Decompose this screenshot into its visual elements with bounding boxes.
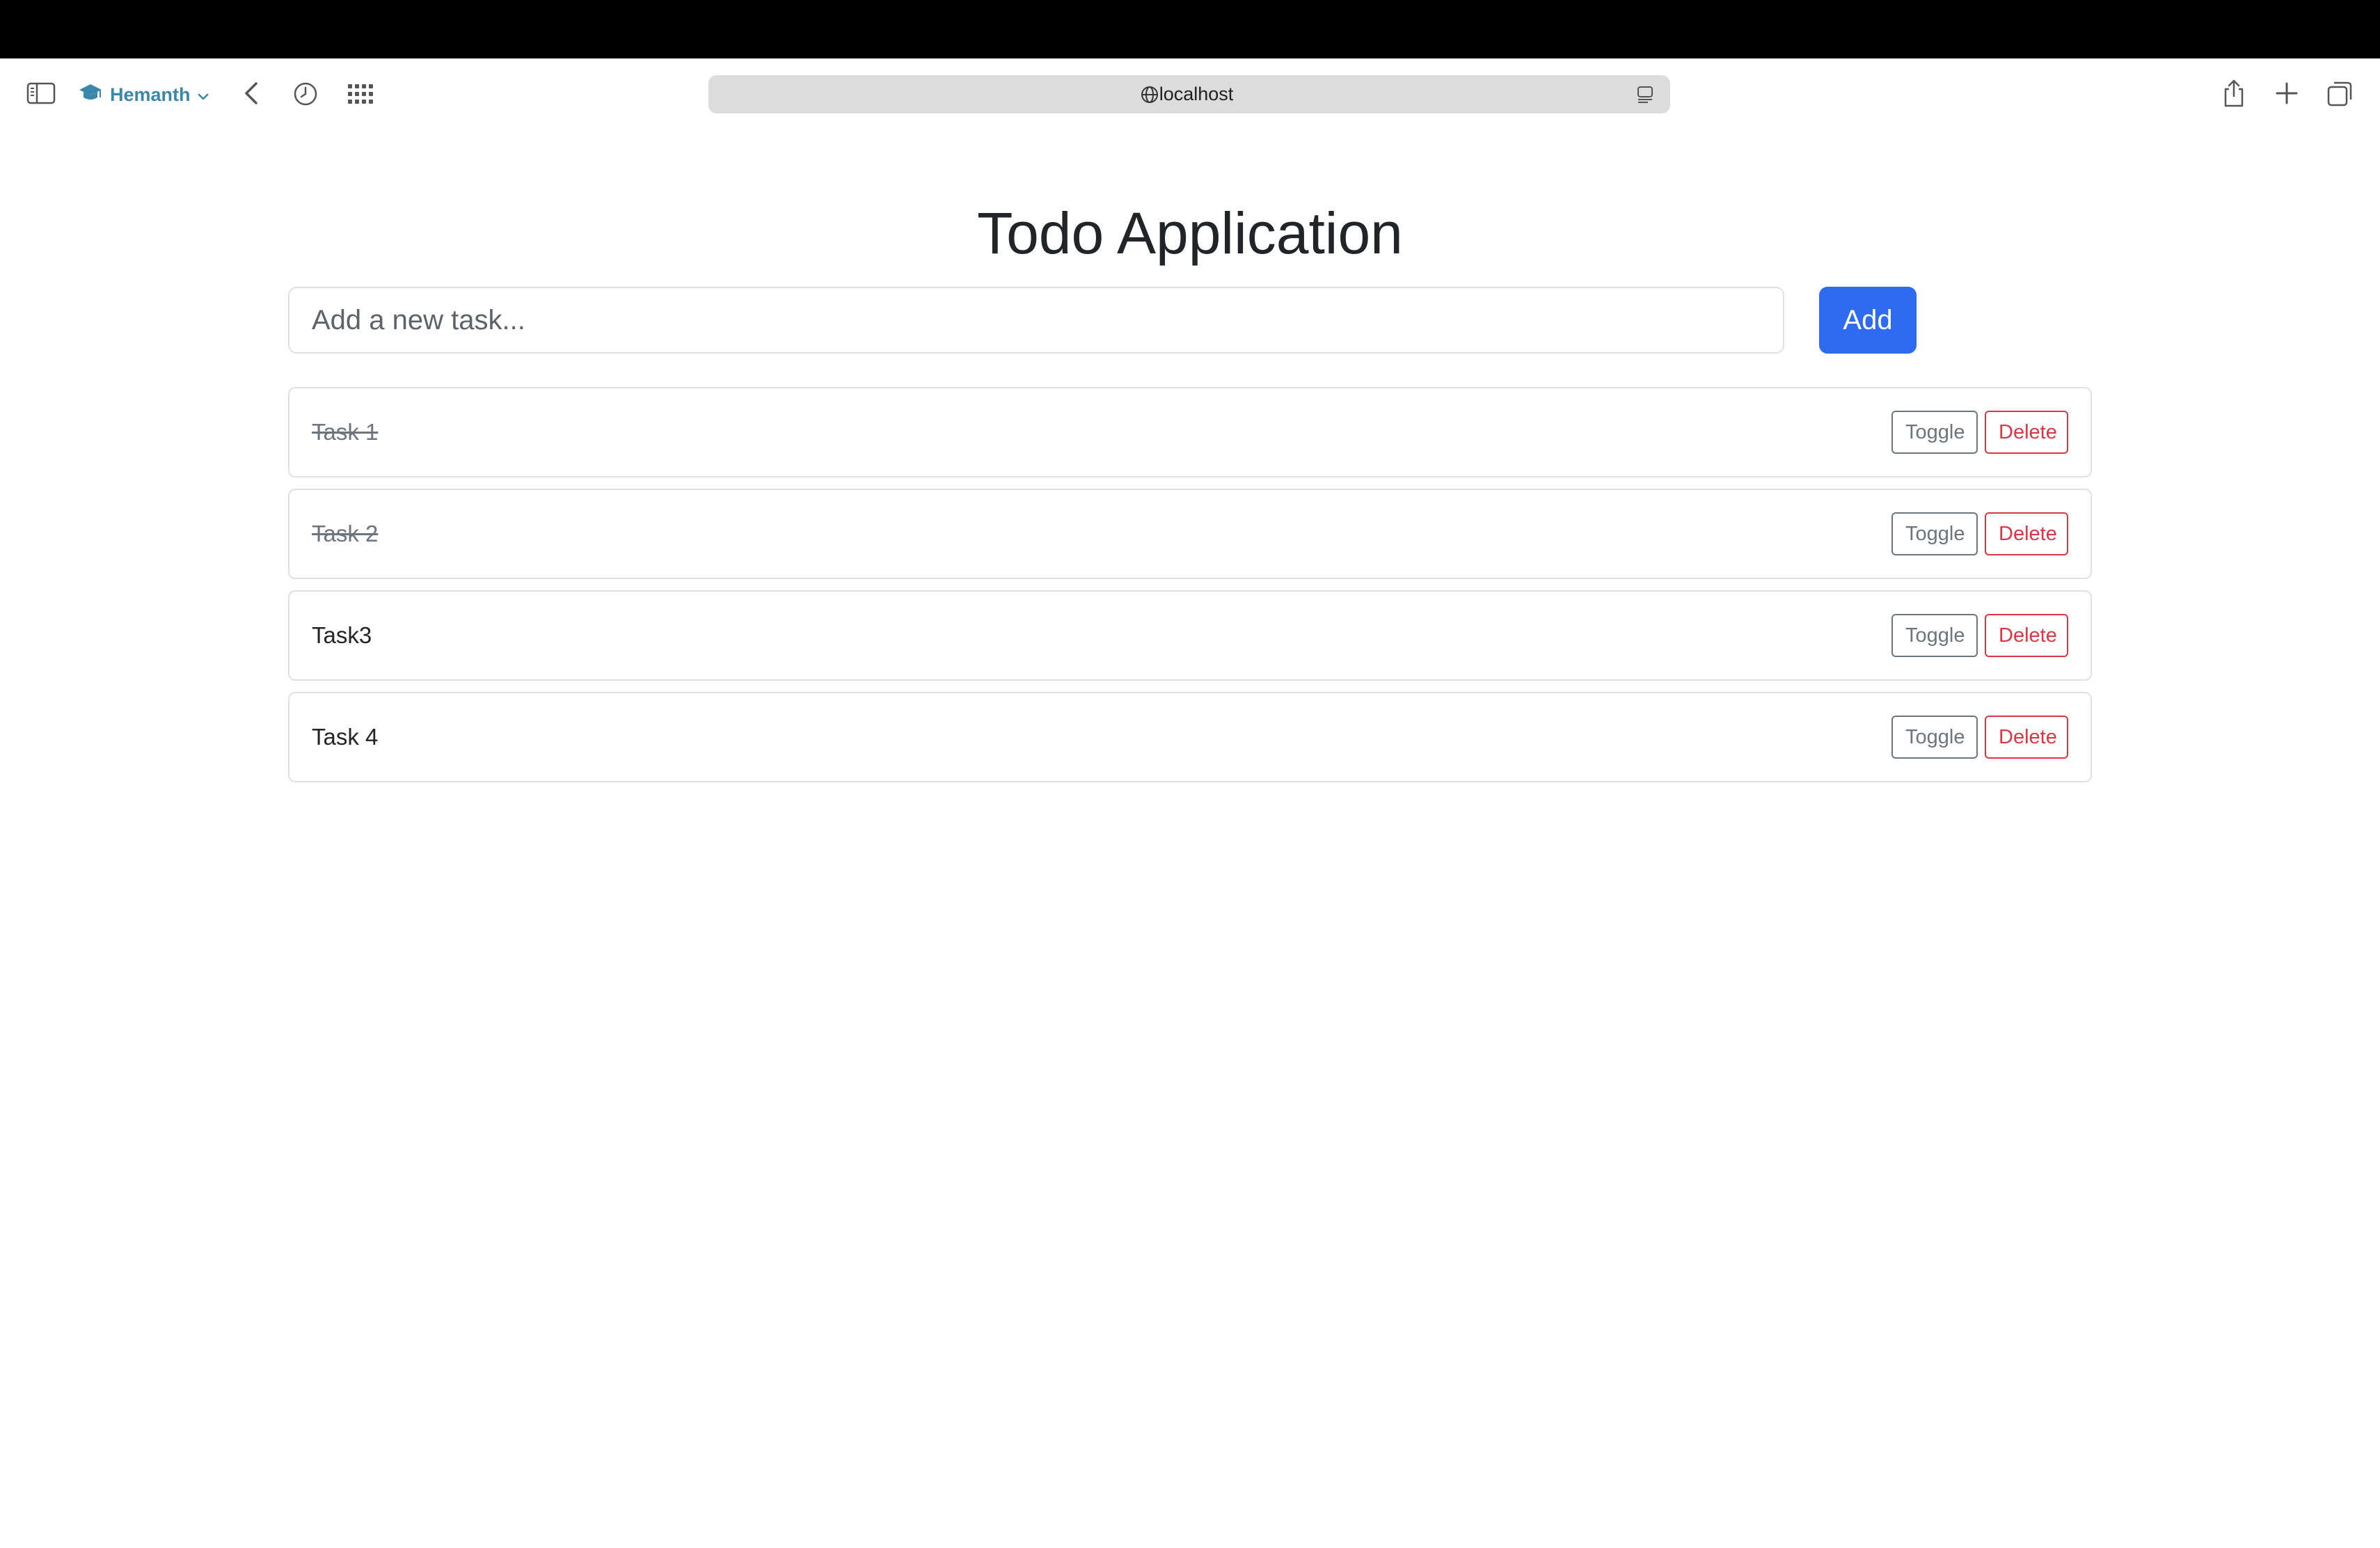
share-icon[interactable]	[2221, 78, 2246, 109]
reader-icon[interactable]	[1635, 85, 1655, 109]
chevron-down-icon	[198, 84, 209, 106]
delete-button[interactable]: Delete	[1985, 512, 2068, 555]
plus-icon[interactable]	[2274, 81, 2299, 106]
delete-button[interactable]: Delete	[1985, 716, 2068, 759]
profile-switcher[interactable]: Hemanth	[78, 81, 209, 109]
task-label: Task 4	[312, 724, 379, 750]
task-actions: Toggle Delete	[1891, 614, 2068, 657]
task-actions: Toggle Delete	[1891, 512, 2068, 555]
grid-icon[interactable]	[347, 81, 374, 106]
history-icon[interactable]	[292, 81, 319, 107]
url-text: localhost	[1159, 84, 1234, 104]
toggle-button[interactable]: Toggle	[1891, 614, 1978, 657]
back-icon[interactable]	[239, 81, 264, 106]
tabs-icon[interactable]	[2326, 80, 2354, 108]
new-task-input[interactable]	[288, 287, 1784, 354]
task-label: Task 2	[312, 521, 379, 546]
toggle-button[interactable]: Toggle	[1891, 716, 1978, 759]
task-item: Task 1 Toggle Delete	[288, 387, 2092, 477]
task-actions: Toggle Delete	[1891, 716, 2068, 759]
task-list: Task 1 Toggle Delete Task 2 Toggle Delet…	[288, 387, 2092, 793]
task-label: Task 1	[312, 419, 379, 445]
graduation-cap-icon	[78, 82, 103, 108]
profile-name: Hemanth	[110, 84, 191, 105]
toggle-button[interactable]: Toggle	[1891, 512, 1978, 555]
delete-button[interactable]: Delete	[1985, 614, 2068, 657]
system-top-bar	[0, 0, 2380, 58]
task-item: Task 2 Toggle Delete	[288, 489, 2092, 579]
task-label: Task3	[312, 622, 372, 648]
task-actions: Toggle Delete	[1891, 411, 2068, 454]
delete-button[interactable]: Delete	[1985, 411, 2068, 454]
globe-icon	[1140, 85, 1159, 109]
task-item: Task3 Toggle Delete	[288, 590, 2092, 681]
add-task-button[interactable]: Add	[1819, 287, 1917, 354]
address-bar[interactable]: localhost	[708, 75, 1670, 113]
toggle-button[interactable]: Toggle	[1891, 411, 1978, 454]
page-title: Todo Application	[977, 200, 1403, 266]
task-item: Task 4 Toggle Delete	[288, 692, 2092, 782]
sidebar-icon[interactable]	[26, 82, 56, 104]
